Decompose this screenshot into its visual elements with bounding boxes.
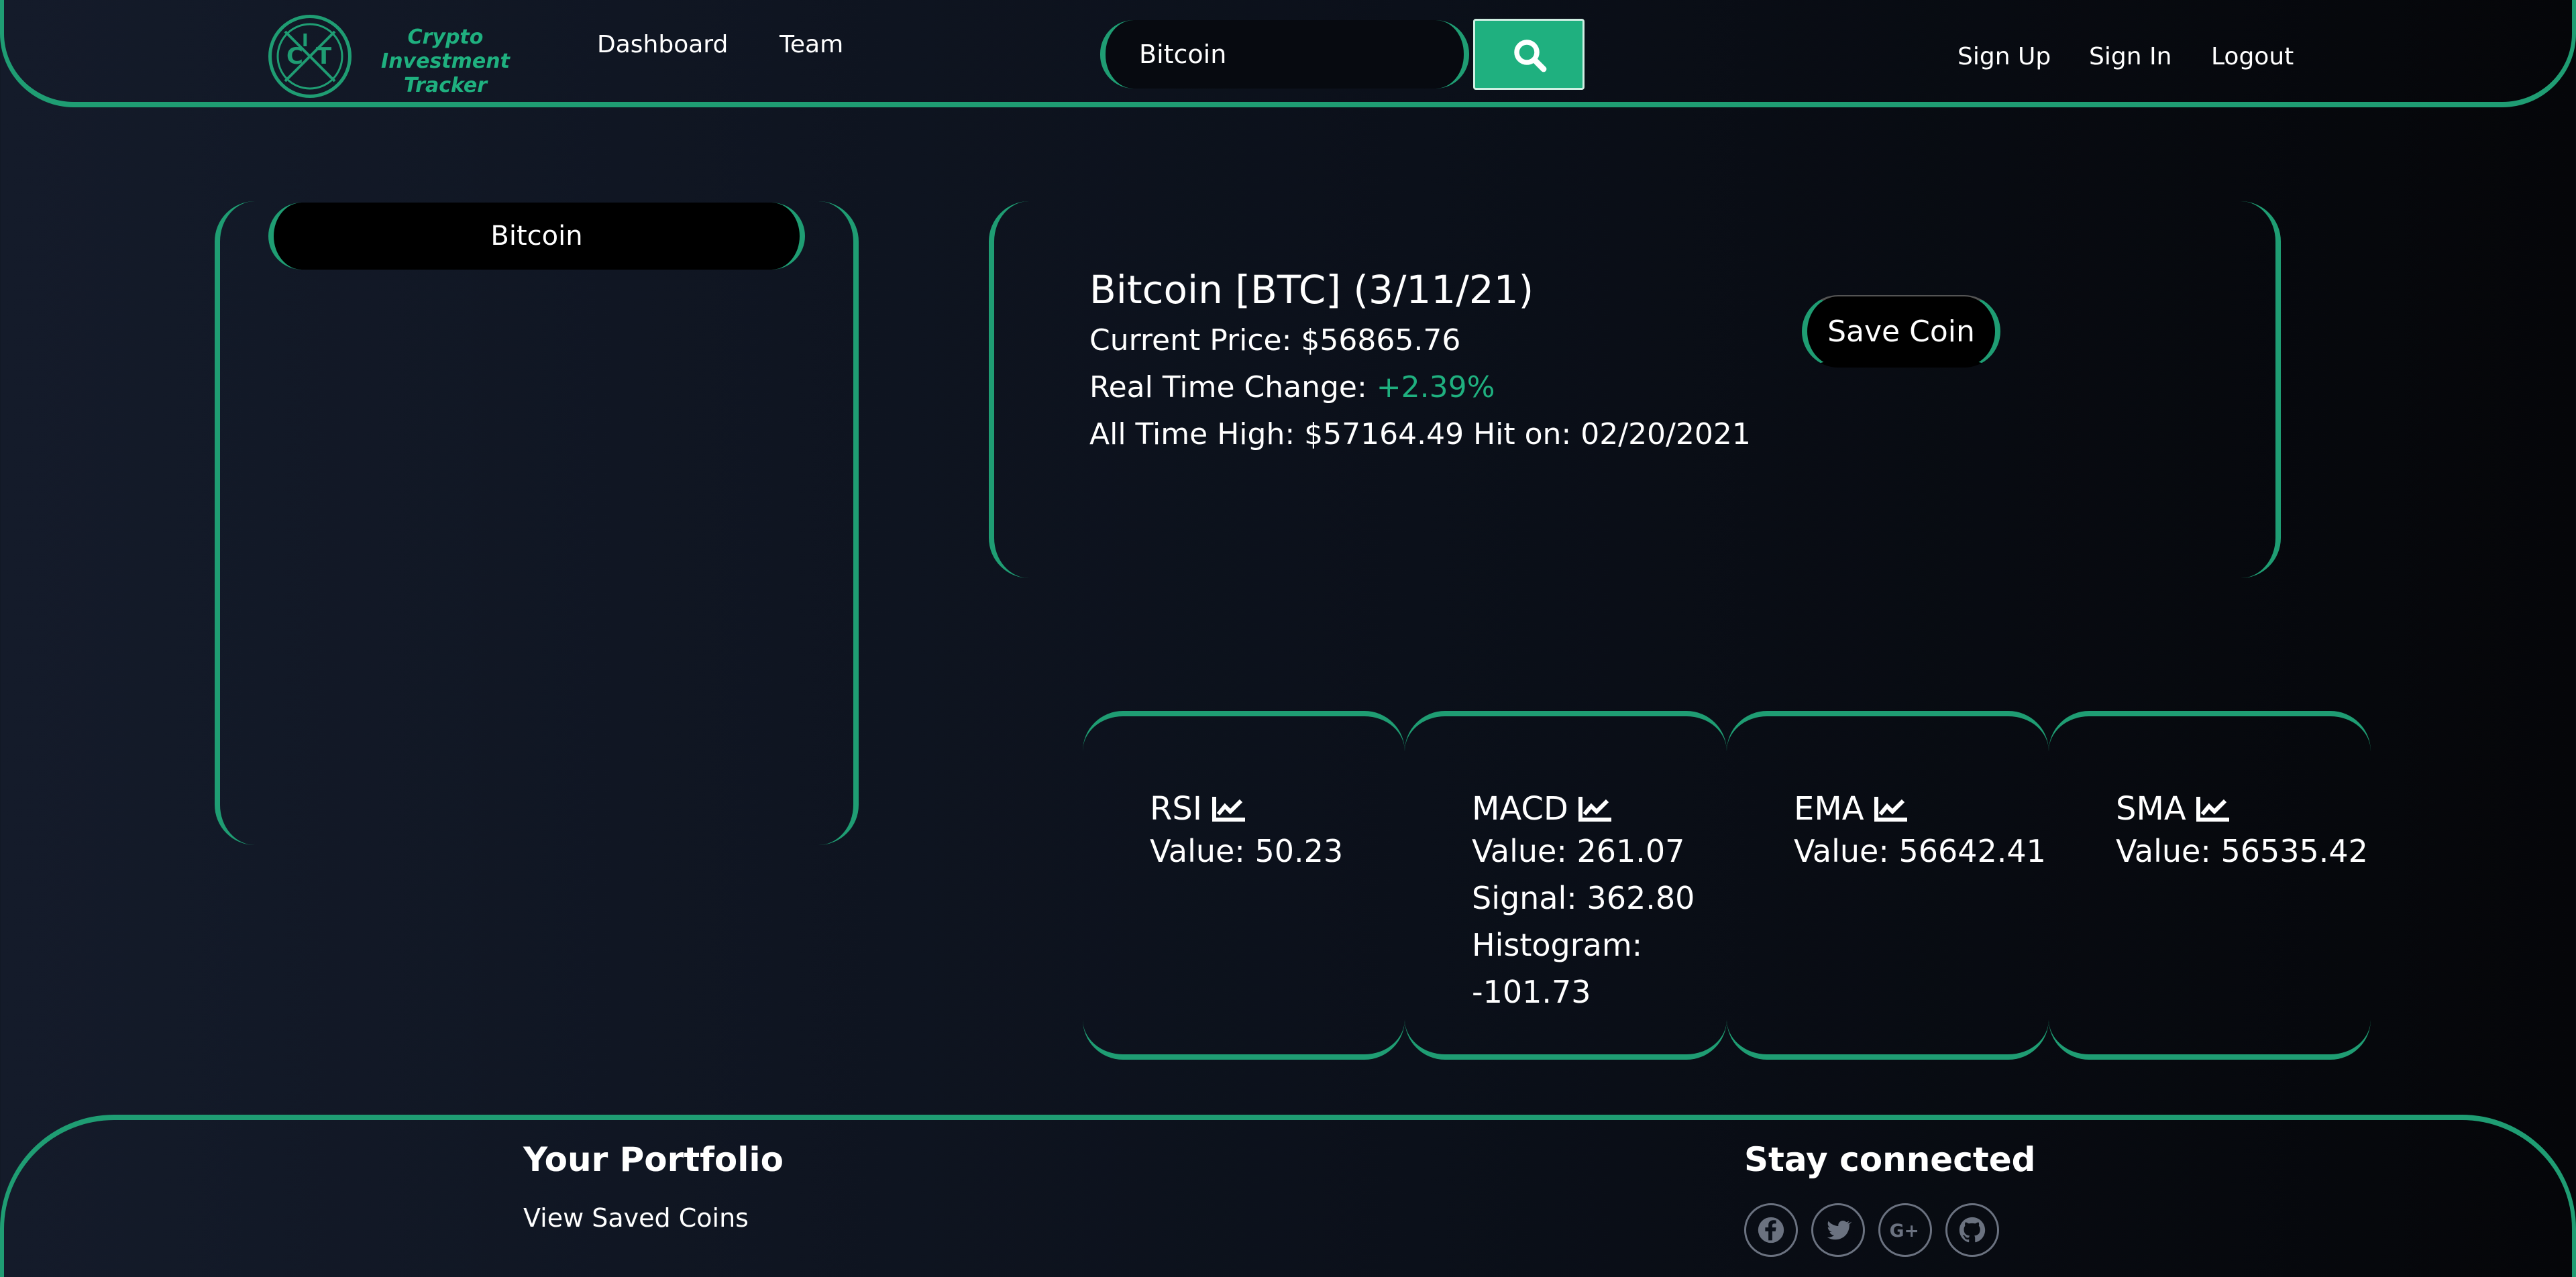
nav-link-team[interactable]: Team	[780, 31, 843, 58]
coin-title: Bitcoin [BTC] (3/11/21)	[1089, 267, 1534, 313]
logo-text[interactable]: Crypto Investment Tracker	[358, 25, 533, 98]
ath-value: $57164.49	[1304, 417, 1464, 451]
chart-line-icon	[1578, 797, 1611, 822]
facebook-icon[interactable]	[1744, 1203, 1798, 1257]
ema-title: EMA	[1794, 790, 1864, 828]
github-icon[interactable]	[1945, 1203, 1999, 1257]
search-box	[1100, 20, 1469, 89]
rsi-value: Value: 50.23	[1150, 833, 1344, 869]
sma-card	[2049, 711, 2371, 1060]
macd-title: MACD	[1472, 790, 1568, 828]
chart-line-icon	[2196, 797, 2229, 822]
macd-histogram-label: Histogram:	[1472, 927, 1643, 963]
search-button[interactable]	[1473, 19, 1585, 90]
svg-text:T: T	[316, 43, 332, 70]
ath-date: 02/20/2021	[1580, 417, 1751, 451]
stay-connected-heading: Stay connected	[1744, 1140, 2036, 1179]
sign-in-link[interactable]: Sign In	[2089, 43, 2171, 70]
macd-block: MACD Value: 261.07 Signal: 362.80 Histog…	[1472, 790, 1695, 1015]
rsi-card	[1083, 711, 1405, 1060]
current-price-value: $56865.76	[1301, 323, 1461, 357]
coin-list-panel	[215, 201, 859, 845]
save-coin-button[interactable]: Save Coin	[1802, 295, 2000, 368]
google-plus-icon[interactable]: G+	[1878, 1203, 1932, 1257]
coin-list-item[interactable]: Bitcoin	[268, 203, 805, 270]
view-saved-coins-link[interactable]: View Saved Coins	[523, 1203, 749, 1233]
macd-signal: Signal: 362.80	[1472, 880, 1695, 916]
footer	[0, 1115, 2576, 1277]
chart-line-icon	[1874, 797, 1907, 822]
sma-title: SMA	[2116, 790, 2186, 828]
search-input[interactable]	[1139, 38, 1434, 71]
logout-link[interactable]: Logout	[2211, 43, 2294, 70]
rsi-title: RSI	[1150, 790, 1202, 828]
svg-text:C: C	[286, 43, 303, 70]
change-value: +2.39%	[1376, 370, 1495, 404]
svg-text:I: I	[302, 31, 309, 51]
sma-block: SMA Value: 56535.42	[2116, 790, 2368, 875]
real-time-change: Real Time Change: +2.39%	[1089, 370, 1495, 404]
ema-value: Value: 56642.41	[1794, 833, 2046, 869]
rsi-block: RSI Value: 50.23	[1150, 790, 1343, 875]
ema-card	[1727, 711, 2049, 1060]
ema-block: EMA Value: 56642.41	[1794, 790, 2046, 875]
current-price: Current Price: $56865.76	[1089, 323, 1461, 357]
sign-up-link[interactable]: Sign Up	[1957, 43, 2051, 70]
svg-text:G+: G+	[1890, 1221, 1919, 1241]
portfolio-heading: Your Portfolio	[523, 1140, 784, 1179]
logo-icon[interactable]: C T I	[268, 15, 352, 98]
nav-link-dashboard[interactable]: Dashboard	[597, 31, 728, 58]
chart-line-icon	[1212, 797, 1245, 822]
all-time-high: All Time High: $57164.49 Hit on: 02/20/2…	[1089, 417, 1751, 451]
twitter-icon[interactable]	[1811, 1203, 1865, 1257]
search-icon	[1514, 40, 1547, 72]
macd-histogram-value: -101.73	[1472, 974, 1591, 1010]
sma-value: Value: 56535.42	[2116, 833, 2368, 869]
macd-value: Value: 261.07	[1472, 833, 1685, 869]
